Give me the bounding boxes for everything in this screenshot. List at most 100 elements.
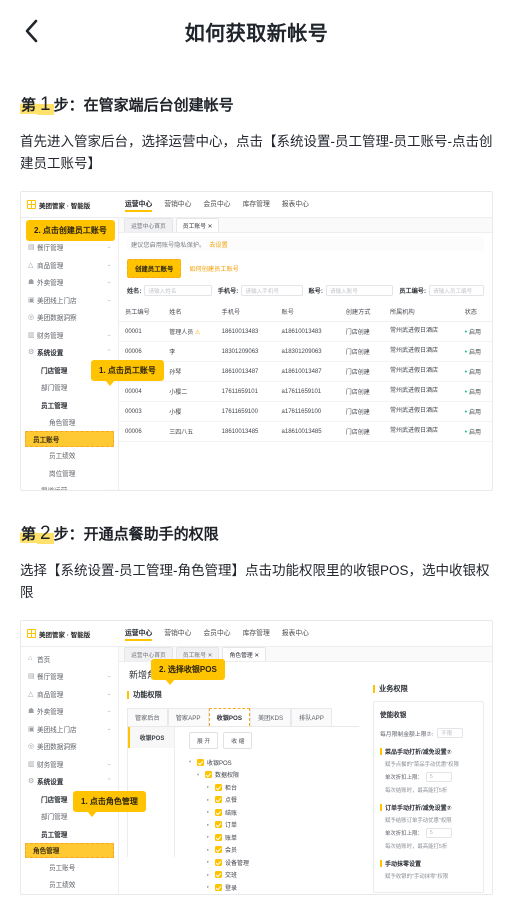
sidebar-item-home[interactable]: ⌂ 首页 [21,650,118,668]
sidebar-item-employee-account-selected[interactable]: 员工账号 [25,431,114,447]
sidebar-item-settings[interactable]: ⚙ 系统设置 ⌃ [21,344,118,362]
sidebar-item-role-mgmt-selected[interactable]: 角色管理 [25,842,114,858]
top-menu-marketing[interactable]: 营销中心 [164,198,191,212]
perm-tab-backend[interactable]: 管家后台 [127,708,168,726]
chevron-down-icon[interactable]: ▾ [197,772,202,778]
checkbox[interactable] [215,821,222,829]
tree-node-ordering[interactable]: ▸ 点餐 [189,794,359,807]
sidebar-item-channel-ops[interactable]: 渠道运营⌄ [21,482,118,490]
sidebar-item-insight[interactable]: ◎ 美团数据洞察 [21,738,118,756]
checkbox[interactable] [215,883,222,891]
sidebar-item-employee-mgmt[interactable]: 员工管理 [21,396,118,414]
checkbox[interactable] [215,796,222,804]
top-menu-inventory[interactable]: 库存管理 [243,627,270,641]
tab-operation-home[interactable]: 运营中心首页 [124,218,173,232]
checkbox[interactable] [215,808,222,816]
collapse-button[interactable]: 收 缩 [223,732,253,749]
checkbox[interactable] [215,833,222,841]
checkbox[interactable] [215,871,222,879]
chevron-right-icon[interactable]: ▸ [207,822,212,828]
create-help-link[interactable]: 如何创建员工账号 [189,264,239,273]
order-discount-limit-input[interactable]: 5 [425,828,452,838]
sidebar-item-position-mgmt[interactable]: 岗位管理 [21,893,118,894]
chevron-right-icon[interactable]: ▸ [207,797,212,803]
tree-node-pos[interactable]: ▾ 收银POS [189,756,359,769]
dish-discount-limit-input[interactable]: 5 [425,772,452,782]
close-icon[interactable]: ✕ [254,653,259,659]
sidebar-item-dept-mgmt[interactable]: 部门管理 [21,379,118,397]
top-menu-inventory[interactable]: 库存管理 [243,198,270,212]
top-menu-operation[interactable]: 运营中心 [125,627,153,641]
sidebar-item-settings[interactable]: ⚙ 系统设置 ⌃ [21,773,118,791]
table-row[interactable]: 00001 管理人员 ⚠ 18610013483 a18610013483 门店… [119,321,492,342]
table-row[interactable]: 00004 小樱二 17611659101 a17611659101 门店创建 … [119,381,492,402]
chevron-right-icon[interactable]: ▸ [207,847,212,853]
sidebar-item-online-store[interactable]: ▣ 美团线上门店 ⌄ [21,291,118,309]
checkbox[interactable] [197,758,204,766]
top-menu-member[interactable]: 会员中心 [203,198,230,212]
perm-tab-queue[interactable]: 排队APP [291,708,332,726]
tree-node-order[interactable]: ▸ 订单 [189,819,359,832]
sidebar-item-restaurant[interactable]: ▤ 餐厅管理 ⌄ [21,668,118,686]
sidebar-item-finance[interactable]: ▥ 财务管理 ⌄ [21,326,118,344]
top-menu-operation[interactable]: 运营中心 [125,198,153,212]
checkbox[interactable] [215,858,222,866]
phone-input[interactable]: 请输入手机号 [241,285,303,296]
top-menu-member[interactable]: 会员中心 [203,627,230,641]
perm-tab-kds[interactable]: 美团KDS [249,708,292,726]
chevron-right-icon[interactable]: ▸ [207,859,212,865]
create-employee-account-button[interactable]: 创建员工账号 [127,259,182,278]
tree-node-device-mgmt[interactable]: ▸ 设备管理 [189,856,359,869]
perm-group-pos[interactable]: 收银POS [128,727,174,748]
back-button[interactable] [18,18,44,44]
tree-node-bill[interactable]: ▸ 账单 [189,831,359,844]
top-menu-report[interactable]: 报表中心 [282,198,309,212]
sidebar-item-employee-mgmt[interactable]: 员工管理 [21,825,118,843]
chevron-right-icon[interactable]: ▸ [207,834,212,840]
employee-id-input[interactable]: 请输入员工编号 [429,285,484,296]
sidebar-item-finance[interactable]: ▥ 财务管理 ⌄ [21,755,118,773]
table-row[interactable]: 00006 李 18301209063 a18301209063 门店创建 常州… [119,341,492,362]
checkbox[interactable] [215,783,222,791]
sidebar-item-online-store[interactable]: ▣ 美团线上门店 ⌄ [21,720,118,738]
sidebar-item-goods[interactable]: △ 商品管理 ⌄ [21,685,118,703]
sidebar-item-insight[interactable]: ◎ 美团数据洞察 [21,309,118,327]
sidebar-item-position-mgmt[interactable]: 岗位管理 [21,464,118,482]
perm-tab-app[interactable]: 管家APP [167,708,209,726]
tree-node-data-perm[interactable]: ▾ 数据权限 [189,769,359,782]
sidebar-item-performance[interactable]: 员工绩效 [21,447,118,465]
chevron-down-icon[interactable]: ▾ [189,759,194,765]
checkbox[interactable] [205,771,212,779]
sidebar-item-restaurant[interactable]: ▤ 餐厅管理 ⌄ [21,239,118,257]
tab-role-mgmt[interactable]: 角色管理 ✕ [222,647,267,661]
tree-node-member[interactable]: ▸ 会员 [189,844,359,857]
tree-node-checkout[interactable]: ▸ 结账 [189,806,359,819]
monthly-limit-input[interactable]: 不限 [437,728,464,738]
tree-node-shift[interactable]: ▸ 交班 [189,869,359,882]
checkbox[interactable] [215,846,222,854]
table-row[interactable]: 00006 三四八五 18610013485 a18610013485 门店创建… [119,421,492,442]
tree-node-counter[interactable]: ▸ 柜台 [189,781,359,794]
account-input[interactable]: 请输入账号 [325,285,394,296]
chevron-right-icon[interactable]: ▸ [207,809,212,815]
sidebar-item-employee-account[interactable]: 员工账号 [21,858,118,876]
table-row[interactable]: 00003 小樱 17611659100 a17611659100 门店创建 常… [119,401,492,422]
sidebar-item-performance[interactable]: 员工绩效 [21,876,118,894]
chevron-right-icon[interactable]: ▸ [207,884,212,890]
expand-button[interactable]: 展 开 [189,732,219,749]
notice-settings-link[interactable]: 去设置 [209,240,228,249]
top-menu-report[interactable]: 报表中心 [282,627,309,641]
top-menu-marketing[interactable]: 营销中心 [164,627,191,641]
chevron-right-icon[interactable]: ▸ [207,872,212,878]
perm-tab-pos[interactable]: 收银POS [208,708,250,726]
sidebar-item-takeout[interactable]: ☗ 外卖管理 ⌄ [21,274,118,292]
close-icon[interactable]: ✕ [208,224,213,230]
sidebar-item-role-mgmt[interactable]: 角色管理 [21,414,118,432]
sidebar-item-goods[interactable]: △ 商品管理 ⌄ [21,256,118,274]
sidebar-item-takeout[interactable]: ☗ 外卖管理 ⌄ [21,703,118,721]
table-row[interactable]: 00005 孙琴 18610013487 a18610013487 门店创建 常… [119,361,492,382]
name-input[interactable]: 请输入姓名 [144,285,212,296]
chevron-right-icon[interactable]: ▸ [207,784,212,790]
tab-employee-account[interactable]: 员工账号 ✕ [175,218,220,232]
tree-node-login[interactable]: ▸ 登录 [189,881,359,894]
